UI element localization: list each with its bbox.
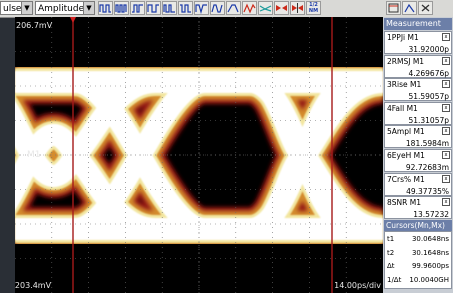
measurement-label: 7Crs% M1 [387,174,425,184]
measurement-value: 51.31057p [408,115,449,125]
measurement-header: Measurement [384,18,452,30]
cursor-row: t2 30.1648ns [387,248,449,259]
measurement-label: 1PPJi M1 [387,33,419,42]
graticule [15,17,383,293]
measurement-label: 8SNR M1 [387,198,421,208]
measurement-value: 51.59057p [408,92,449,102]
bowtie-icon-2[interactable] [274,1,289,15]
channel-marker[interactable]: M1 [27,150,41,160]
measurement-value: 4.269676p [408,68,449,78]
measurement-item[interactable]: 8SNR M1 x 13.57232 [384,196,452,220]
close-icon[interactable]: x [442,33,450,41]
eye-diagram-display[interactable]: 206.7mV -203.4mV 14.00ps/div M1 [15,17,383,293]
bowtie-icon-1[interactable] [258,1,273,15]
table-icon[interactable]: 1/2 NM [306,1,321,15]
scope-window: ulse ▼ Amplitude ▼ 1/2 NM 206.7mV -203.4… [0,0,453,293]
pulse-icon-2[interactable] [114,1,129,15]
cursor-row: Δt 99.9600ps [387,261,449,272]
close-icon[interactable]: x [442,198,450,207]
cursor-value: 30.0648ns [411,235,449,243]
type-select-value: Amplitude [38,4,85,14]
pulse-icon-8[interactable] [210,1,225,15]
trigger-marker-icon[interactable] [70,17,76,23]
close-icon[interactable]: x [442,127,450,136]
pulse-icon-3[interactable] [130,1,145,15]
split-icon[interactable] [402,1,417,15]
pulse-icon-4[interactable] [146,1,161,15]
cursor-label: Δt [387,262,395,270]
close-icon[interactable]: x [442,174,450,183]
cursor-value: 10.0040GH [409,275,449,284]
measurement-value: 92.72683m [405,163,449,172]
measurement-item[interactable]: 1PPJi M1 x 31.92000p [384,31,452,54]
bowtie-icon-3[interactable] [290,1,305,15]
waveform-icon[interactable] [242,1,257,15]
bottom-scale-label: -203.4mV [15,281,52,290]
time-scale-label: 14.00ps/div [334,281,381,290]
table-icon-text: 1/2 NM [308,2,319,14]
cursor-label: t2 [387,248,395,257]
pulse-icon-5[interactable] [162,1,177,15]
cursors-header: Cursors(Mn,Mx) [384,220,452,231]
measurement-label: 3Rise M1 [387,80,422,90]
measurement-item[interactable]: 6EyeH M1 x 92.72683m [384,149,452,172]
mode-select-value: ulse [3,4,22,14]
measurement-item[interactable]: 3Rise M1 x 51.59057p [384,78,452,102]
measurement-value: 181.5984m [405,139,449,149]
measurement-value: 13.57232 [413,210,449,220]
chevron-down-icon: ▼ [21,2,32,14]
close-icon[interactable]: x [442,151,450,159]
cursor-row: 1/Δt 10.0040GH [387,275,449,286]
measurement-label: 5Ampl M1 [387,127,425,137]
eye-diagram-plot [15,17,383,293]
measurement-value: 31.92000p [408,45,449,54]
mode-select[interactable]: ulse ▼ [0,1,33,15]
maximize-icon[interactable] [386,1,401,15]
cursor-label: t1 [387,235,395,243]
measurement-item[interactable]: 5Ampl M1 x 181.5984m [384,125,452,149]
close-icon[interactable]: x [442,56,450,65]
close-icon[interactable] [418,1,433,15]
top-scale-label: 206.7mV [16,21,53,30]
measurement-item[interactable]: 7Crs% M1 x 49.37735% [384,172,452,196]
measurement-item[interactable]: 2RMSJ M1 x 4.269676p [384,54,452,78]
pulse-icon-7[interactable] [194,1,209,15]
close-icon[interactable]: x [442,80,450,89]
cursor-row: t1 30.0648ns [387,234,449,245]
type-select[interactable]: Amplitude ▼ [35,1,95,15]
close-icon[interactable]: x [442,103,450,112]
chevron-down-icon: ▼ [83,2,94,14]
pulse-icon-1[interactable] [98,1,113,15]
measurement-label: 2RMSJ M1 [387,56,425,66]
cursors-readout: t1 30.0648ns t2 30.1648ns Δt 99.9600ps 1/Δt 10.… [384,231,452,289]
measurement-label: 4Fall M1 [387,103,418,113]
measurement-item[interactable]: 4Fall M1 x 51.31057p [384,101,452,125]
measurement-value: 49.37735% [406,186,449,196]
toolbar: ulse ▼ Amplitude ▼ 1/2 NM [0,0,453,18]
measurement-panel: Measurement 1PPJi M1 x 31.92000p 2RMSJ M1 x 4… [383,17,453,293]
pulse-icon-6[interactable] [178,1,193,15]
cursor-value: 99.9600ps [411,262,449,270]
cursor-value: 30.1648ns [411,248,449,257]
cursor-label: 1/Δt [387,275,402,284]
ramp-icon[interactable] [226,1,241,15]
measurement-label: 6EyeH M1 [387,151,425,160]
eye-traces [15,60,383,251]
